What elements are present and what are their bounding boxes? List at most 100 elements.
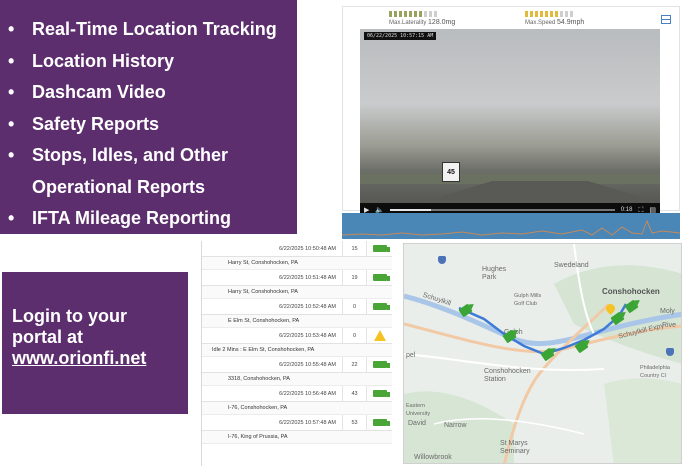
highway-shield-icon bbox=[666, 348, 674, 356]
stop-status-cell bbox=[366, 328, 392, 343]
stops-table: 6/22/2025 10:50:48 AM 15 Harry St, Conshoh… bbox=[201, 241, 392, 466]
bullet-icon: • bbox=[8, 19, 15, 39]
map-label-moly: Moly bbox=[660, 308, 675, 315]
feature-label: IFTA Mileage Reporting bbox=[32, 208, 232, 228]
lateral-value: 128.0mg bbox=[428, 19, 456, 26]
speed-gauge-bars bbox=[525, 11, 584, 17]
stop-count: 43 bbox=[342, 386, 366, 401]
stop-location: Idle 2 Mins : E Elm St, Conshohocken, PA bbox=[202, 344, 392, 357]
table-row[interactable]: 6/22/2025 10:51:48 AM 19 bbox=[202, 270, 392, 286]
map-label-conshohocken-station: Conshohocken Station bbox=[484, 368, 531, 383]
map-label-gulph-mills: Gulph Mills Golf Club bbox=[514, 293, 542, 307]
speed-value: 54.9mph bbox=[557, 19, 585, 26]
video-progress-bar[interactable] bbox=[390, 209, 615, 211]
stop-count: 53 bbox=[342, 415, 366, 430]
lateral-label: Max.Laterality bbox=[389, 20, 427, 26]
feature-item: • Dashcam Video bbox=[8, 77, 289, 109]
route-map[interactable]: Swedeland Hughes Park Gulph Mills Golf C… bbox=[403, 243, 682, 464]
stop-count: 0 bbox=[342, 299, 366, 314]
truck-icon bbox=[372, 419, 390, 426]
video-frame[interactable]: 06/22/2025 10:57:15 AM 45 ▶ 🔈 0:18 ⛶ ▤ bbox=[360, 29, 660, 217]
stop-location: Harry St, Conshohocken, PA bbox=[202, 286, 392, 299]
feature-label: Dashcam Video bbox=[32, 82, 166, 102]
stop-time: 6/22/2025 10:52:48 AM bbox=[279, 303, 336, 310]
stop-status-cell bbox=[366, 299, 392, 314]
layout-icon[interactable] bbox=[661, 15, 671, 24]
dashcam-video-player: Max.Laterality 128.0mg Max.Speed 54.9mph… bbox=[342, 6, 680, 217]
bullet-icon: • bbox=[8, 50, 15, 71]
map-label-eastern: Eastern University bbox=[406, 403, 431, 417]
truck-icon bbox=[372, 361, 390, 368]
feature-label: Safety Reports bbox=[32, 113, 160, 134]
speed-waveform bbox=[342, 213, 680, 239]
map-label-philadelphia: Philadelphia Country Cl bbox=[640, 365, 670, 379]
map-label-pel: pel bbox=[406, 352, 416, 359]
stop-time: 6/22/2025 10:53:48 AM bbox=[279, 332, 336, 339]
stop-time: 6/22/2025 10:55:48 AM bbox=[279, 361, 336, 368]
highway-shield-icon bbox=[438, 256, 446, 264]
stop-time: 6/22/2025 10:50:48 AM bbox=[279, 245, 336, 252]
truck-icon bbox=[372, 303, 390, 310]
feature-item: • Location History bbox=[8, 46, 289, 78]
stop-time: 6/22/2025 10:51:48 AM bbox=[279, 274, 336, 281]
stop-location: Harry St, Conshohocken, PA bbox=[202, 257, 392, 270]
speed-sign: 45 bbox=[442, 162, 460, 182]
video-timestamp: 06/22/2025 10:57:15 AM bbox=[364, 32, 437, 40]
truck-icon bbox=[372, 390, 390, 397]
feature-label: Stops, Idles, and Other Operational Repo… bbox=[32, 145, 229, 197]
stop-location: 3318, Conshohocken, PA bbox=[202, 373, 392, 386]
feature-item: • Stops, Idles, and Other Operational Rep… bbox=[8, 140, 289, 203]
map-label-willowbrook: Willowbrook bbox=[414, 454, 452, 461]
table-row[interactable]: 6/22/2025 10:57:48 AM 53 bbox=[202, 415, 392, 431]
lateral-gauge: Max.Laterality 128.0mg bbox=[389, 11, 455, 26]
truck-icon bbox=[372, 274, 390, 281]
table-row[interactable]: 6/22/2025 10:52:48 AM 0 bbox=[202, 299, 392, 315]
map-label-david: David bbox=[408, 420, 426, 427]
stop-status-cell bbox=[366, 241, 392, 256]
stop-status-cell bbox=[366, 270, 392, 285]
table-row[interactable]: 6/22/2025 10:50:48 AM 15 bbox=[202, 241, 392, 257]
map-label-rive: Rive bbox=[662, 322, 677, 329]
stop-status-cell bbox=[366, 415, 392, 430]
warning-icon bbox=[373, 330, 386, 341]
feature-list: • Real-Time Location Tracking • Location Hi… bbox=[8, 14, 289, 235]
stop-status-cell bbox=[366, 357, 392, 372]
bullet-icon: • bbox=[8, 82, 15, 102]
bullet-icon: • bbox=[8, 113, 15, 134]
truck-icon bbox=[372, 245, 390, 252]
video-progress-fill bbox=[390, 209, 431, 211]
stop-location: I-76, King of Prussia, PA bbox=[202, 431, 392, 444]
feature-item: • Safety Reports bbox=[8, 109, 289, 141]
map-label-st-marys: St Marys Seminary bbox=[500, 440, 530, 455]
waveform-graphic bbox=[342, 213, 680, 239]
stop-location: E Elm St, Conshohocken, PA bbox=[202, 315, 392, 328]
lateral-gauge-bars bbox=[389, 11, 455, 17]
stop-location: I-76, Conshohocken, PA bbox=[202, 402, 392, 415]
login-panel: Login to your portal at www.orionfi.net bbox=[2, 272, 188, 414]
portal-link[interactable]: www.orionfi.net bbox=[12, 348, 178, 369]
table-row[interactable]: 6/22/2025 10:55:48 AM 22 bbox=[202, 357, 392, 373]
map-label-swedeland: Swedeland bbox=[554, 262, 589, 269]
table-row[interactable]: 6/22/2025 10:53:48 AM 0 bbox=[202, 328, 392, 344]
bullet-icon: • bbox=[8, 145, 15, 165]
stop-count: 0 bbox=[342, 328, 366, 343]
feature-label: Real-Time Location Tracking bbox=[32, 19, 277, 39]
bullet-icon: • bbox=[8, 208, 15, 228]
feature-item: • Real-Time Location Tracking bbox=[8, 14, 289, 46]
stop-count: 22 bbox=[342, 357, 366, 372]
stop-status-cell bbox=[366, 386, 392, 401]
map-label-conshohocken: Conshohocken bbox=[602, 287, 660, 296]
feature-label: Location History bbox=[32, 50, 175, 71]
features-panel: • Real-Time Location Tracking • Location Hi… bbox=[0, 0, 297, 234]
stop-time: 6/22/2025 10:57:48 AM bbox=[279, 419, 336, 426]
map-label-hughes-park: Hughes Park bbox=[482, 266, 507, 281]
table-row[interactable]: 6/22/2025 10:56:48 AM 43 bbox=[202, 386, 392, 402]
login-text-line1: Login to your bbox=[12, 306, 127, 326]
stop-time: 6/22/2025 10:56:48 AM bbox=[279, 390, 336, 397]
stop-count: 15 bbox=[342, 241, 366, 256]
login-text-line2: portal at bbox=[12, 327, 84, 347]
speed-gauge: Max.Speed 54.9mph bbox=[525, 11, 584, 26]
stop-count: 19 bbox=[342, 270, 366, 285]
map-label-narrow: Narrow bbox=[444, 422, 467, 429]
speed-label: Max.Speed bbox=[525, 20, 556, 26]
